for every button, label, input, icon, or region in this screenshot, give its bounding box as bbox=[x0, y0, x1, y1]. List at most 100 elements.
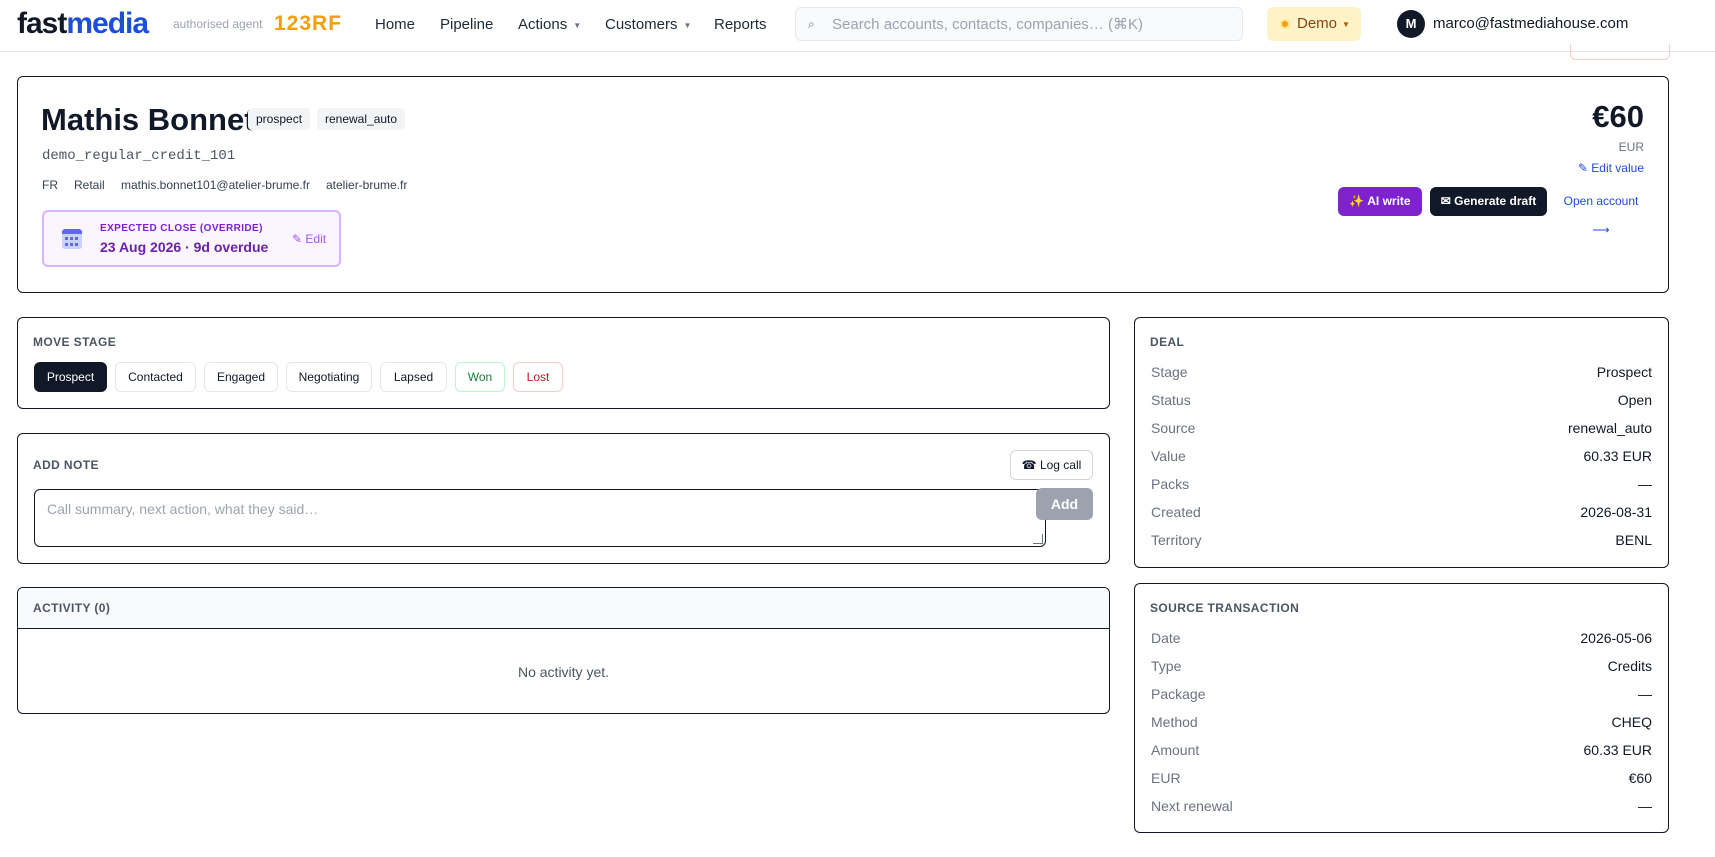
generate-draft-button[interactable]: ✉ Generate draft bbox=[1430, 187, 1547, 216]
row-value: CHEQ bbox=[1611, 714, 1652, 730]
add-note-card: ADD NOTE ☎ Log call Add bbox=[17, 433, 1110, 564]
open-account-link[interactable]: Open account ⟶ bbox=[1554, 187, 1648, 237]
deal-row-territory: Territory BENL bbox=[1151, 532, 1652, 552]
source-transaction-card: SOURCE TRANSACTION Date 2026-05-06 Type Cr… bbox=[1134, 583, 1669, 833]
deal-row-value: Value 60.33 EUR bbox=[1151, 448, 1652, 468]
move-stage-card: MOVE STAGE Prospect Contacted Engaged Ne… bbox=[17, 317, 1110, 409]
row-key: Status bbox=[1151, 392, 1191, 408]
log-call-button[interactable]: ☎ Log call bbox=[1010, 450, 1093, 480]
row-key: EUR bbox=[1151, 770, 1181, 786]
website-link[interactable]: atelier-brume.fr bbox=[326, 178, 407, 192]
row-key: Territory bbox=[1151, 532, 1202, 548]
calendar-icon bbox=[62, 229, 82, 249]
deal-row-status: Status Open bbox=[1151, 392, 1652, 412]
row-key: Date bbox=[1151, 630, 1181, 646]
environment-label: Demo bbox=[1297, 15, 1338, 32]
expected-close-value: 23 Aug 2026 · 9d overdue bbox=[100, 239, 269, 255]
nav-actions[interactable]: Actions ▼ bbox=[518, 16, 581, 33]
txn-row-method: Method CHEQ bbox=[1151, 714, 1652, 734]
row-key: Packs bbox=[1151, 476, 1190, 492]
activity-title: ACTIVITY (0) bbox=[33, 601, 111, 615]
row-key: Type bbox=[1151, 658, 1182, 674]
deal-row-source: Source renewal_auto bbox=[1151, 420, 1652, 440]
stage-lapsed-button[interactable]: Lapsed bbox=[380, 362, 447, 392]
edit-value-link[interactable]: ✎ Edit value bbox=[1578, 161, 1644, 175]
move-stage-title: MOVE STAGE bbox=[33, 335, 117, 349]
deal-title: DEAL bbox=[1150, 335, 1185, 349]
contact-email-link[interactable]: mathis.bonnet101@atelier-brume.fr bbox=[121, 178, 310, 192]
account-handle: demo_regular_credit_101 bbox=[42, 148, 236, 164]
stage-won-button[interactable]: Won bbox=[455, 362, 505, 392]
stage-contacted-button[interactable]: Contacted bbox=[115, 362, 196, 392]
row-key: Amount bbox=[1151, 742, 1200, 758]
stage-negotiating-button[interactable]: Negotiating bbox=[286, 362, 372, 392]
hidden-button-edge bbox=[1570, 44, 1670, 60]
nav-reports[interactable]: Reports bbox=[714, 16, 767, 33]
resize-handle-icon[interactable] bbox=[1033, 534, 1043, 544]
row-value: — bbox=[1638, 798, 1652, 814]
activity-card: ACTIVITY (0) No activity yet. bbox=[17, 587, 1110, 714]
deal-row-stage: Stage Prospect bbox=[1151, 364, 1652, 384]
nav-pipeline[interactable]: Pipeline bbox=[440, 16, 493, 33]
row-value: BENL bbox=[1615, 532, 1652, 548]
row-value: 2026-05-06 bbox=[1580, 630, 1652, 646]
chevron-down-icon: ▼ bbox=[573, 20, 582, 30]
segment: Retail bbox=[74, 178, 105, 192]
stage-lost-button[interactable]: Lost bbox=[513, 362, 563, 392]
deal-currency: EUR bbox=[1618, 140, 1644, 154]
contact-name: Mathis Bonnet bbox=[41, 102, 255, 137]
authorised-agent-label: authorised agent bbox=[173, 17, 263, 31]
deal-row-created: Created 2026-08-31 bbox=[1151, 504, 1652, 524]
logo-text-media: media bbox=[66, 7, 149, 40]
123rf-logo: 123RF bbox=[274, 12, 343, 35]
ai-write-button[interactable]: ✨ AI write bbox=[1338, 187, 1422, 216]
stage-prospect-button[interactable]: Prospect bbox=[34, 362, 107, 392]
row-value: Credits bbox=[1607, 658, 1652, 674]
status-dot-icon bbox=[1280, 19, 1290, 29]
tag-badge: prospect bbox=[248, 108, 311, 130]
row-key: Stage bbox=[1151, 364, 1188, 380]
user-email[interactable]: marco@fastmediahouse.com bbox=[1433, 15, 1628, 32]
search-input[interactable] bbox=[832, 8, 1232, 40]
row-value: Open bbox=[1617, 392, 1652, 408]
row-key: Method bbox=[1151, 714, 1198, 730]
environment-switcher[interactable]: Demo ▼ bbox=[1267, 7, 1361, 41]
add-note-title: ADD NOTE bbox=[33, 458, 99, 472]
nav-home[interactable]: Home bbox=[375, 16, 415, 33]
row-value: 60.33 EUR bbox=[1583, 742, 1652, 758]
deal-details-card: DEAL Stage Prospect Status Open Source rene… bbox=[1134, 317, 1669, 568]
chevron-down-icon: ▼ bbox=[683, 20, 692, 30]
row-value: renewal_auto bbox=[1567, 420, 1652, 436]
nav-actions-label: Actions bbox=[518, 16, 568, 33]
user-avatar[interactable]: M bbox=[1397, 10, 1425, 38]
nav-customers[interactable]: Customers ▼ bbox=[605, 16, 691, 33]
search-icon: ⌕ bbox=[808, 17, 815, 31]
row-value: Prospect bbox=[1596, 364, 1652, 380]
source-transaction-title: SOURCE TRANSACTION bbox=[1150, 601, 1300, 615]
txn-row-next-renewal: Next renewal — bbox=[1151, 798, 1652, 818]
top-navigation-bar: fastmedia authorised agent 123RF Home Pi… bbox=[0, 0, 1715, 52]
deal-row-packs: Packs — bbox=[1151, 476, 1652, 496]
note-textarea[interactable] bbox=[34, 489, 1046, 547]
country-code: FR bbox=[42, 178, 58, 192]
row-value: 2026-08-31 bbox=[1580, 504, 1652, 520]
row-key: Next renewal bbox=[1151, 798, 1233, 814]
fastmedia-logo[interactable]: fastmedia bbox=[17, 7, 149, 41]
chevron-down-icon: ▼ bbox=[1342, 20, 1350, 29]
edit-close-button[interactable]: ✎ Edit bbox=[292, 232, 326, 246]
expected-close-label: EXPECTED CLOSE (OVERRIDE) bbox=[100, 223, 263, 234]
stage-engaged-button[interactable]: Engaged bbox=[204, 362, 278, 392]
txn-row-package: Package — bbox=[1151, 686, 1652, 706]
txn-row-eur: EUR €60 bbox=[1151, 770, 1652, 790]
deal-header-card: Mathis Bonnet prospect renewal_auto demo… bbox=[17, 76, 1669, 293]
txn-row-type: Type Credits bbox=[1151, 658, 1652, 678]
activity-header: ACTIVITY (0) bbox=[18, 588, 1109, 629]
row-key: Source bbox=[1151, 420, 1196, 436]
txn-row-date: Date 2026-05-06 bbox=[1151, 630, 1652, 650]
row-value: — bbox=[1638, 686, 1652, 702]
add-note-button[interactable]: Add bbox=[1036, 488, 1093, 520]
row-value: €60 bbox=[1628, 770, 1652, 786]
logo-text-fast: fast bbox=[17, 7, 67, 40]
global-search[interactable]: ⌕ bbox=[795, 7, 1243, 41]
row-key: Value bbox=[1151, 448, 1186, 464]
